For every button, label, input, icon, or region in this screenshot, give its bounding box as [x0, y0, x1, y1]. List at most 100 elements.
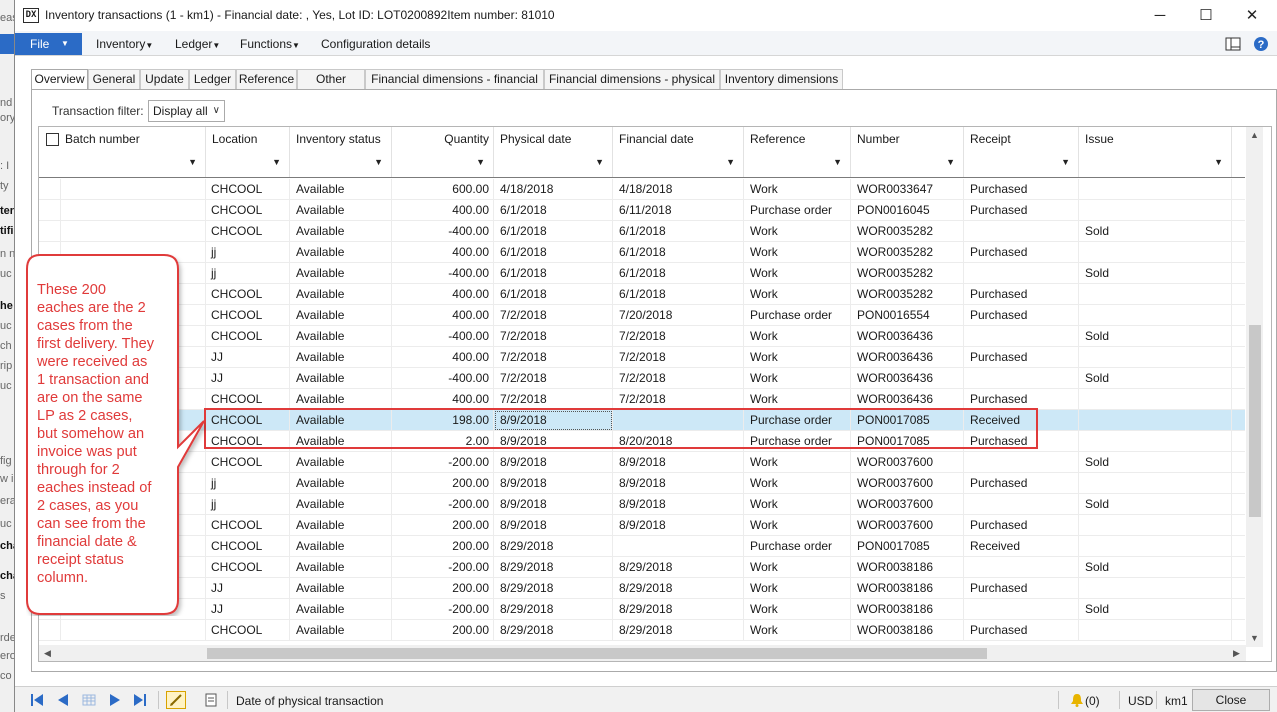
cell-financial-date[interactable]: 6/1/2018	[613, 242, 744, 263]
cell-receipt[interactable]	[964, 221, 1079, 242]
last-record-icon[interactable]	[132, 693, 148, 707]
table-row[interactable]: CHCOOL Available -200.00 8/9/2018 8/9/2018 Wo…	[39, 452, 1245, 473]
cell-issue[interactable]: Sold	[1079, 452, 1232, 473]
cell-location[interactable]: CHCOOL	[206, 452, 290, 473]
cell-quantity[interactable]: 198.00	[392, 410, 494, 431]
cell-number[interactable]: WOR0036436	[851, 326, 964, 347]
column-filter-financial-date[interactable]: ▼	[613, 152, 744, 177]
cell-location[interactable]: CHCOOL	[206, 410, 290, 431]
cell-physical-date[interactable]: 8/9/2018	[494, 494, 613, 515]
table-row[interactable]: CHCOOL Available 400.00 7/2/2018 7/20/2018 Pu…	[39, 305, 1245, 326]
cell-inventory-status[interactable]: Available	[290, 326, 392, 347]
notification-count[interactable]: (0)	[1085, 694, 1100, 708]
horizontal-scrollbar[interactable]: ◀ ▶	[39, 645, 1246, 661]
cell-physical-date[interactable]: 8/29/2018	[494, 599, 613, 620]
cell-quantity[interactable]: -400.00	[392, 326, 494, 347]
cell-reference[interactable]: Purchase order	[744, 200, 851, 221]
table-row[interactable]: CHCOOL Available 400.00 6/1/2018 6/11/2018 Pu…	[39, 200, 1245, 221]
table-row[interactable]: CHCOOL Available 200.00 8/29/2018 8/29/2018 W…	[39, 620, 1245, 641]
cell-receipt[interactable]: Purchased	[964, 305, 1079, 326]
cell-receipt[interactable]	[964, 599, 1079, 620]
cell-number[interactable]: WOR0037600	[851, 494, 964, 515]
cell-quantity[interactable]: 2.00	[392, 431, 494, 452]
column-header-location[interactable]: Location	[206, 127, 290, 152]
cell-reference[interactable]: Purchase order	[744, 431, 851, 452]
table-row[interactable]: CHCOOL Available 198.00 8/9/2018 Purchase or…	[39, 410, 1245, 431]
scroll-up-icon[interactable]: ▲	[1246, 127, 1263, 144]
cell-inventory-status[interactable]: Available	[290, 473, 392, 494]
cell-receipt[interactable]	[964, 368, 1079, 389]
cell-physical-date[interactable]: 7/2/2018	[494, 389, 613, 410]
cell-location[interactable]: JJ	[206, 368, 290, 389]
cell-inventory-status[interactable]: Available	[290, 221, 392, 242]
cell-issue[interactable]	[1079, 179, 1232, 200]
cell-number[interactable]: PON0017085	[851, 536, 964, 557]
cell-quantity[interactable]: 200.00	[392, 515, 494, 536]
column-header-quantity[interactable]: Quantity	[392, 127, 494, 152]
cell-receipt[interactable]	[964, 557, 1079, 578]
table-row[interactable]: jj Available 200.00 8/9/2018 8/9/2018 Work WOR…	[39, 473, 1245, 494]
cell-reference[interactable]: Work	[744, 578, 851, 599]
cell-number[interactable]: WOR0035282	[851, 263, 964, 284]
column-filter-batch-number[interactable]: ▼	[61, 152, 206, 177]
cell-quantity[interactable]: 200.00	[392, 620, 494, 641]
cell-number[interactable]: WOR0038186	[851, 578, 964, 599]
cell-inventory-status[interactable]: Available	[290, 410, 392, 431]
help-icon[interactable]: ?	[1253, 37, 1269, 51]
cell-financial-date[interactable]: 8/9/2018	[613, 473, 744, 494]
cell-physical-date[interactable]: 8/29/2018	[494, 536, 613, 557]
column-header-receipt[interactable]: Receipt	[964, 127, 1079, 152]
grid-view-icon[interactable]	[81, 693, 97, 707]
menu-configuration-details[interactable]: Configuration details	[321, 37, 430, 51]
tab-overview[interactable]: Overview	[31, 69, 88, 90]
cell-issue[interactable]	[1079, 200, 1232, 221]
cell-quantity[interactable]: -200.00	[392, 452, 494, 473]
cell-issue[interactable]	[1079, 242, 1232, 263]
cell-issue[interactable]	[1079, 515, 1232, 536]
vertical-scroll-thumb[interactable]	[1249, 325, 1261, 517]
tab-reference[interactable]: Reference	[236, 69, 297, 89]
currency-indicator[interactable]: USD	[1128, 694, 1153, 708]
menu-inventory[interactable]: Inventory▼	[96, 37, 153, 51]
cell-issue[interactable]: Sold	[1079, 494, 1232, 515]
cell-quantity[interactable]: 400.00	[392, 284, 494, 305]
cell-financial-date[interactable]	[613, 410, 744, 431]
cell-receipt[interactable]: Purchased	[964, 242, 1079, 263]
cell-quantity[interactable]: -200.00	[392, 599, 494, 620]
cell-physical-date[interactable]: 7/2/2018	[494, 305, 613, 326]
cell-issue[interactable]	[1079, 347, 1232, 368]
cell-location[interactable]: CHCOOL	[206, 284, 290, 305]
cell-financial-date[interactable]: 4/18/2018	[613, 179, 744, 200]
cell-number[interactable]: PON0017085	[851, 431, 964, 452]
document-handling-icon[interactable]	[203, 693, 219, 707]
table-row[interactable]: JJ Available 400.00 7/2/2018 7/2/2018 Work WOR…	[39, 347, 1245, 368]
cell-physical-date[interactable]: 6/1/2018	[494, 242, 613, 263]
cell-issue[interactable]: Sold	[1079, 326, 1232, 347]
transaction-filter-select[interactable]: Display all ∨	[148, 100, 225, 122]
horizontal-scroll-thumb[interactable]	[207, 648, 987, 659]
row-marker[interactable]	[39, 620, 61, 641]
cell-financial-date[interactable]: 8/29/2018	[613, 599, 744, 620]
row-marker[interactable]	[39, 221, 61, 242]
cell-financial-date[interactable]: 6/1/2018	[613, 263, 744, 284]
layout-icon[interactable]	[1225, 37, 1241, 51]
cell-location[interactable]: CHCOOL	[206, 200, 290, 221]
cell-quantity[interactable]: 400.00	[392, 200, 494, 221]
cell-physical-date[interactable]: 8/9/2018	[494, 452, 613, 473]
cell-physical-date[interactable]: 6/1/2018	[494, 221, 613, 242]
cell-issue[interactable]	[1079, 305, 1232, 326]
table-row[interactable]: CHCOOL Available 400.00 6/1/2018 6/1/2018 Wor…	[39, 284, 1245, 305]
cell-quantity[interactable]: -400.00	[392, 263, 494, 284]
table-row[interactable]: CHCOOL Available 200.00 8/9/2018 8/9/2018 Wor…	[39, 515, 1245, 536]
cell-issue[interactable]	[1079, 284, 1232, 305]
cell-number[interactable]: PON0017085	[851, 410, 964, 431]
cell-financial-date[interactable]: 7/2/2018	[613, 326, 744, 347]
close-button[interactable]: Close	[1192, 689, 1270, 711]
cell-location[interactable]: CHCOOL	[206, 536, 290, 557]
cell-inventory-status[interactable]: Available	[290, 620, 392, 641]
cell-receipt[interactable]: Purchased	[964, 347, 1079, 368]
cell-location[interactable]: jj	[206, 263, 290, 284]
cell-reference[interactable]: Work	[744, 221, 851, 242]
table-row[interactable]: jj Available -200.00 8/9/2018 8/9/2018 Work WO…	[39, 494, 1245, 515]
cell-issue[interactable]: Sold	[1079, 263, 1232, 284]
